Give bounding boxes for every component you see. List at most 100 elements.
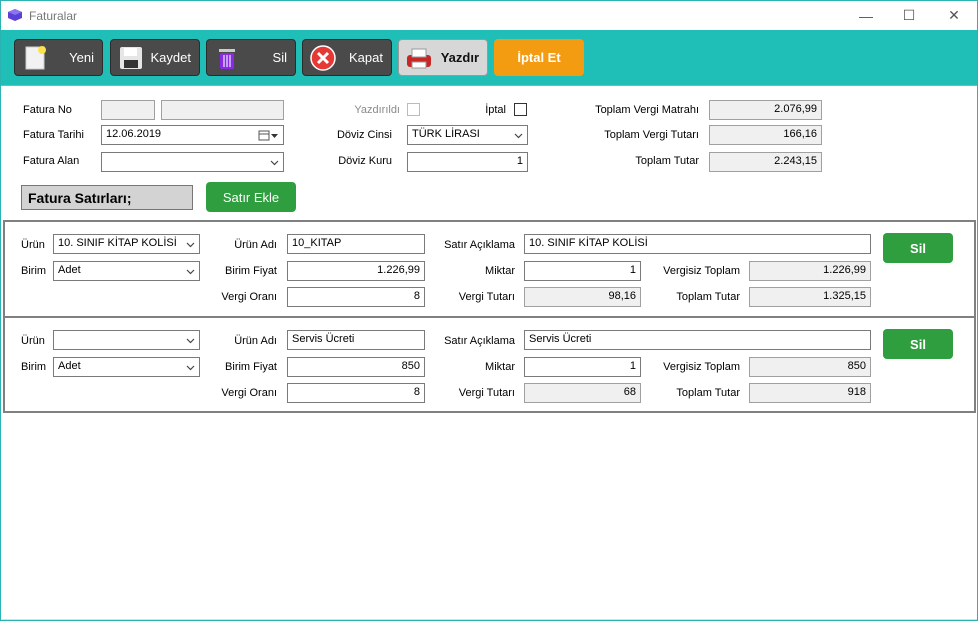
doviz-cinsi-select[interactable]: TÜRK LİRASI — [407, 125, 528, 145]
fatura-no-label: Fatura No — [23, 104, 72, 116]
birim-label: Birim — [21, 361, 47, 373]
birim-label: Birim — [21, 265, 47, 277]
miktar-label: Miktar — [485, 361, 515, 373]
fatura-satirlari-title: Fatura Satırları; — [21, 185, 193, 210]
vergisiz-toplam-label: Vergisiz Toplam — [663, 265, 740, 277]
iptal-et-label: İptal Et — [517, 50, 561, 65]
yazdir-label: Yazdır — [440, 50, 479, 65]
doviz-kuru-label: Döviz Kuru — [338, 155, 392, 167]
chevron-down-icon — [186, 242, 195, 248]
line-sil-button[interactable]: Sil — [883, 233, 953, 263]
satir-aciklama-label: Satır Açıklama — [444, 239, 515, 251]
miktar-label: Miktar — [485, 265, 515, 277]
line-sil-button[interactable]: Sil — [883, 329, 953, 359]
invoice-line-panel: Ürün 10. SINIF KİTAP KOLİSİ Birim Adet Ü… — [3, 220, 976, 318]
toplam-tutar-label: Toplam Tutar — [635, 155, 699, 167]
birim-fiyat-label: Birim Fiyat — [225, 361, 277, 373]
line-toplam-tutar-label: Toplam Tutar — [676, 387, 740, 399]
urun-select[interactable]: 10. SINIF KİTAP KOLİSİ — [53, 234, 200, 254]
birim-select[interactable]: Adet — [53, 357, 200, 377]
line-toplam-tutar-field: 1.325,15 — [749, 287, 871, 307]
kapat-label: Kapat — [349, 50, 383, 65]
birim-fiyat-field[interactable]: 850 — [287, 357, 425, 377]
fatura-alan-select[interactable] — [101, 152, 284, 172]
yeni-label: Yeni — [69, 50, 94, 65]
toplam-vergi-tutari-field: 166,16 — [709, 125, 822, 145]
vergi-tutari-label: Vergi Tutarı — [458, 387, 515, 399]
birim-fiyat-field[interactable]: 1.226,99 — [287, 261, 425, 281]
title-bar: Faturalar — ☐ ✕ — [1, 1, 977, 30]
doviz-cinsi-value: TÜRK LİRASI — [412, 128, 480, 140]
birim-fiyat-label: Birim Fiyat — [225, 265, 277, 277]
satir-aciklama-field[interactable]: 10. SINIF KİTAP KOLİSİ — [524, 234, 871, 254]
satir-ekle-button[interactable]: Satır Ekle — [206, 182, 296, 212]
chevron-down-icon — [270, 160, 279, 166]
save-disk-icon — [120, 47, 142, 69]
close-window-button[interactable]: ✕ — [931, 1, 977, 30]
toplam-vergi-matrahi-label: Toplam Vergi Matrahı — [595, 104, 699, 116]
miktar-field[interactable]: 1 — [524, 261, 641, 281]
new-document-icon — [25, 46, 46, 70]
fatura-tarihi-label: Fatura Tarihi — [23, 129, 84, 141]
birim-select[interactable]: Adet — [53, 261, 200, 281]
iptal-checkbox[interactable] — [514, 103, 527, 116]
urun-adi-field[interactable]: Servis Ücreti — [287, 330, 425, 350]
urun-value: 10. SINIF KİTAP KOLİSİ — [58, 237, 177, 249]
printer-icon — [407, 48, 431, 69]
iptal-label: İptal — [485, 104, 506, 116]
sil-label: Sil — [272, 50, 287, 65]
urun-adi-label: Ürün Adı — [234, 335, 277, 347]
vergi-tutari-field: 68 — [524, 383, 641, 403]
kapat-button[interactable]: Kapat — [302, 39, 392, 76]
yazdirildi-label: Yazdırıldı — [354, 104, 400, 116]
fatura-no-series-field[interactable] — [101, 100, 155, 120]
window-title: Faturalar — [29, 9, 78, 23]
yazdir-button[interactable]: Yazdır — [398, 39, 488, 76]
miktar-field[interactable]: 1 — [524, 357, 641, 377]
doviz-kuru-field[interactable]: 1 — [407, 152, 528, 172]
chevron-down-icon — [186, 338, 195, 344]
vergisiz-toplam-field: 1.226,99 — [749, 261, 871, 281]
line-toplam-tutar-label: Toplam Tutar — [676, 291, 740, 303]
fatura-tarihi-value: 12.06.2019 — [106, 128, 162, 140]
yeni-button[interactable]: Yeni — [14, 39, 103, 76]
toplam-vergi-tutari-label: Toplam Vergi Tutarı — [604, 129, 699, 141]
bottom-divider — [1, 619, 977, 620]
fatura-tarihi-datepicker[interactable]: 12.06.2019 — [101, 125, 284, 145]
vergi-orani-label: Vergi Oranı — [221, 291, 277, 303]
kaydet-label: Kaydet — [150, 50, 191, 65]
faturalar-window: Faturalar — ☐ ✕ Yeni Kaydet Sil Kapat Ya… — [0, 0, 978, 621]
iptal-et-button[interactable]: İptal Et — [494, 39, 584, 76]
birim-value: Adet — [58, 360, 81, 372]
close-x-icon — [310, 45, 336, 71]
trash-icon — [219, 49, 235, 69]
vergi-tutari-label: Vergi Tutarı — [458, 291, 515, 303]
sil-button[interactable]: Sil — [206, 39, 296, 76]
vergi-tutari-field: 98,16 — [524, 287, 641, 307]
kaydet-button[interactable]: Kaydet — [110, 39, 200, 76]
yazdirildi-checkbox[interactable] — [407, 103, 420, 116]
chevron-down-icon — [186, 365, 195, 371]
fatura-no-field[interactable] — [161, 100, 284, 120]
urun-adi-field[interactable]: 10_KITAP — [287, 234, 425, 254]
vergi-orani-field[interactable]: 8 — [287, 383, 425, 403]
vergi-orani-label: Vergi Oranı — [221, 387, 277, 399]
vergisiz-toplam-field: 850 — [749, 357, 871, 377]
app-icon — [8, 9, 22, 21]
doviz-cinsi-label: Döviz Cinsi — [336, 129, 392, 141]
invoice-line-panel: Ürün Birim Adet Ürün Adı Servis Ücreti B… — [3, 316, 976, 413]
calendar-dropdown-icon[interactable] — [258, 130, 280, 141]
maximize-button[interactable]: ☐ — [886, 1, 932, 30]
satir-aciklama-field[interactable]: Servis Ücreti — [524, 330, 871, 350]
fatura-alan-label: Fatura Alan — [23, 155, 80, 167]
toplam-vergi-matrahi-field: 2.076,99 — [709, 100, 822, 120]
vergi-orani-field[interactable]: 8 — [287, 287, 425, 307]
minimize-button[interactable]: — — [843, 1, 889, 30]
toolbar: Yeni Kaydet Sil Kapat Yazdır İptal Et — [1, 30, 977, 86]
urun-select[interactable] — [53, 330, 200, 350]
chevron-down-icon — [186, 269, 195, 275]
toplam-tutar-field: 2.243,15 — [709, 152, 822, 172]
vergisiz-toplam-label: Vergisiz Toplam — [663, 361, 740, 373]
satir-aciklama-label: Satır Açıklama — [444, 335, 515, 347]
line-toplam-tutar-field: 918 — [749, 383, 871, 403]
